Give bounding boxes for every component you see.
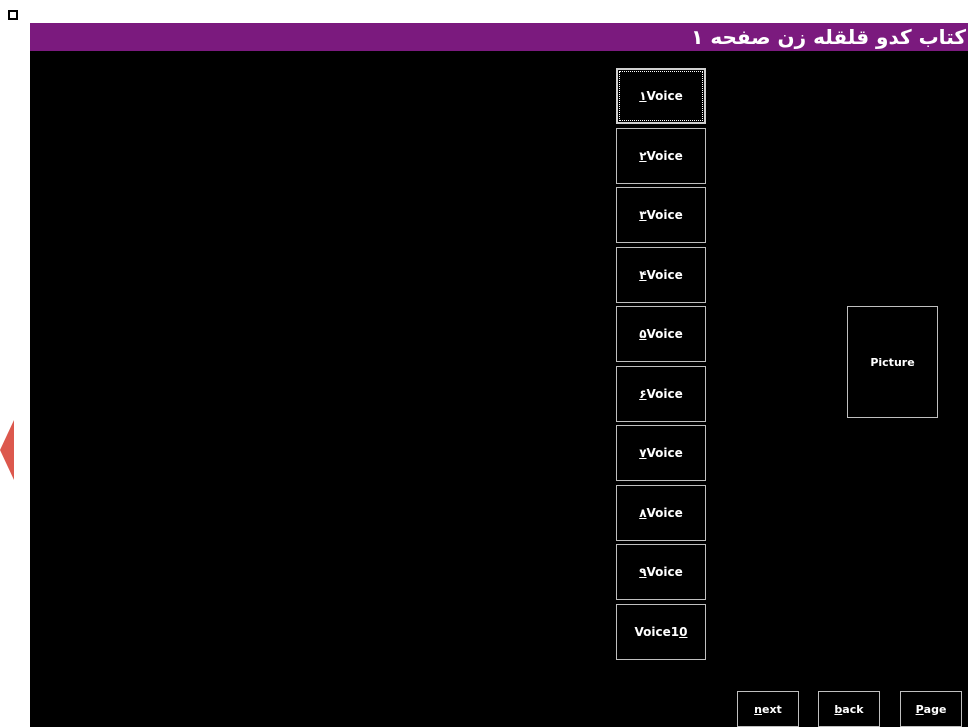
voice-2-label: Voice bbox=[646, 149, 683, 163]
voice-7-button[interactable]: ۷ Voice bbox=[616, 425, 706, 481]
voice-10-button[interactable]: Voice1 0 bbox=[616, 604, 706, 660]
desktop-accent-shape bbox=[0, 420, 14, 480]
page-button[interactable]: Page bbox=[900, 691, 962, 727]
voice-5-button[interactable]: ۵ Voice bbox=[616, 306, 706, 362]
title-bar: کتاب کدو قلقله زن صفحه ۱ bbox=[30, 23, 968, 51]
back-label: ack bbox=[842, 702, 864, 716]
voice-10-label: Voice1 bbox=[634, 625, 680, 639]
voice-1-button[interactable]: ۱ Voice bbox=[616, 68, 706, 124]
voice-9-digit: ۹ bbox=[639, 565, 647, 579]
voice-6-button[interactable]: ۶ Voice bbox=[616, 366, 706, 422]
voice-8-button[interactable]: ۸ Voice bbox=[616, 485, 706, 541]
picture-label: Picture bbox=[870, 355, 915, 369]
voice-4-digit: ۴ bbox=[639, 268, 647, 282]
voice-3-button[interactable]: ۳ Voice bbox=[616, 187, 706, 243]
voice-9-label: Voice bbox=[646, 565, 683, 579]
voice-7-digit: ۷ bbox=[639, 446, 647, 460]
voice-10-digit: 0 bbox=[679, 625, 688, 639]
voice-3-label: Voice bbox=[646, 208, 683, 222]
voice-3-digit: ۳ bbox=[639, 208, 647, 222]
voice-4-label: Voice bbox=[646, 268, 683, 282]
back-key: b bbox=[834, 702, 843, 716]
voice-2-digit: ۲ bbox=[639, 149, 647, 163]
voice-5-label: Voice bbox=[646, 327, 683, 341]
next-label: ext bbox=[762, 702, 782, 716]
voice-8-digit: ۸ bbox=[639, 506, 647, 520]
voice-1-digit: ۱ bbox=[639, 89, 647, 103]
page-label: age bbox=[923, 702, 947, 716]
voice-6-digit: ۶ bbox=[639, 387, 647, 401]
voice-2-button[interactable]: ۲ Voice bbox=[616, 128, 706, 184]
app-window: کتاب کدو قلقله زن صفحه ۱ ۱ Voice ۲ Voice ۳… bbox=[30, 23, 968, 727]
voice-1-label: Voice bbox=[646, 89, 683, 103]
voice-4-button[interactable]: ۴ Voice bbox=[616, 247, 706, 303]
voice-6-label: Voice bbox=[646, 387, 683, 401]
back-button[interactable]: b ack bbox=[818, 691, 880, 727]
voice-7-label: Voice bbox=[646, 446, 683, 460]
voice-9-button[interactable]: ۹ Voice bbox=[616, 544, 706, 600]
next-button[interactable]: n ext bbox=[737, 691, 799, 727]
page-key: P bbox=[915, 702, 924, 716]
window-title: کتاب کدو قلقله زن صفحه ۱ bbox=[691, 25, 966, 49]
voice-8-label: Voice bbox=[646, 506, 683, 520]
picture-box[interactable]: Picture bbox=[847, 306, 938, 418]
window-system-icon[interactable] bbox=[8, 10, 18, 20]
next-key: n bbox=[754, 702, 762, 716]
voice-5-digit: ۵ bbox=[639, 327, 647, 341]
